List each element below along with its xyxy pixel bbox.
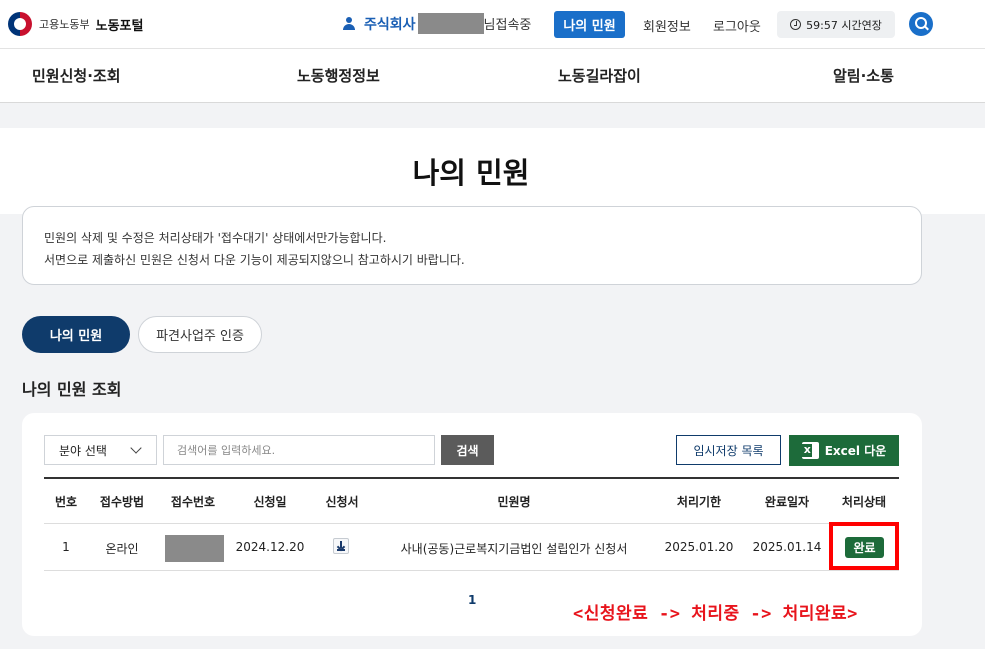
- notice-line: 민원의 삭제 및 수정은 처리상태가 '접수대기' 상태에서만가능합니다.: [44, 231, 387, 245]
- column-header-status: 처리상태: [841, 495, 887, 509]
- row-complaint-name[interactable]: 사내(공동)근로복지기금법인 설립인가 신청서: [401, 540, 628, 557]
- status-flow-annotation: <신청완료 -> 처리중 -> 처리완료>: [573, 604, 858, 624]
- session-timer-text: 59:57 시간연장: [806, 18, 882, 32]
- section-title: 나의 민원 조회: [22, 380, 122, 399]
- table-header-divider: [44, 523, 899, 524]
- table-bottom-border: [44, 570, 899, 571]
- nav-item-notice[interactable]: 알림·소통: [833, 65, 894, 86]
- nav-item-labor-admin[interactable]: 노동행정정보: [297, 65, 380, 86]
- download-icon[interactable]: [333, 538, 349, 554]
- row-method: 온라인: [105, 542, 139, 556]
- row-completed-date: 2025.01.14: [752, 540, 822, 554]
- portal-name: 노동포털: [95, 18, 144, 34]
- table-top-border: [44, 477, 899, 479]
- row-deadline: 2025.01.20: [664, 540, 734, 554]
- top-header: 고용노동부 노동포털 주식회사 님접속중 나의 민원 회원정보 로그아웃 59:…: [0, 0, 985, 49]
- page-title: 나의 민원: [412, 156, 530, 190]
- excel-icon: [801, 442, 819, 459]
- connected-text: 님접속중: [483, 18, 532, 33]
- nav-item-labor-guide[interactable]: 노동길라잡이: [558, 65, 641, 86]
- column-header-completed-date: 완료일자: [764, 495, 810, 509]
- column-header-deadline: 처리기한: [676, 495, 722, 509]
- page-number-current[interactable]: 1: [468, 593, 476, 607]
- member-info-link[interactable]: 회원정보: [643, 16, 691, 35]
- session-extend-button[interactable]: 59:57 시간연장: [777, 11, 895, 38]
- temp-save-list-button[interactable]: 임시저장 목록: [676, 435, 781, 465]
- download-icon-base: [337, 549, 345, 551]
- search-input[interactable]: [163, 435, 435, 465]
- ministry-name: 고용노동부: [39, 18, 90, 31]
- excel-download-label: Excel 다운: [824, 444, 887, 458]
- masked-receipt-number: [165, 535, 224, 562]
- column-header-no: 번호: [54, 495, 78, 509]
- clock-icon: [790, 19, 802, 30]
- masked-user-name: [417, 13, 484, 34]
- column-header-complaint-name: 민원명: [497, 495, 531, 509]
- search-icon[interactable]: [909, 12, 933, 36]
- row-no: 1: [62, 540, 70, 554]
- notice-line: 서면으로 제출하신 민원은 신청서 다운 기능이 제공되지않으니 참고하시기 바…: [44, 253, 465, 267]
- column-header-receipt-no: 접수번호: [170, 495, 216, 509]
- row-applied-date: 2024.12.20: [235, 540, 305, 554]
- my-complaints-button[interactable]: 나의 민원: [554, 11, 625, 38]
- notice-box: 민원의 삭제 및 수정은 처리상태가 '접수대기' 상태에서만가능합니다. 서면…: [22, 206, 922, 285]
- column-header-method: 접수방법: [99, 495, 145, 509]
- user-status: 주식회사 님접속중: [342, 13, 531, 34]
- field-select-value: 분야 선택: [59, 443, 107, 458]
- chevron-down-icon: [130, 442, 142, 454]
- site-logo[interactable]: 고용노동부 노동포털: [8, 12, 143, 36]
- search-button[interactable]: 검색: [441, 435, 494, 465]
- column-header-applied-date: 신청일: [253, 495, 287, 509]
- status-badge: 완료: [845, 537, 884, 558]
- column-header-application: 신청서: [325, 495, 359, 509]
- government-emblem-icon: [8, 12, 32, 36]
- excel-download-button[interactable]: Excel 다운: [789, 435, 899, 466]
- tab-dispatch-certification[interactable]: 파견사업주 인증: [138, 316, 262, 353]
- user-icon: [342, 16, 356, 31]
- tab-my-complaints[interactable]: 나의 민원: [22, 316, 130, 353]
- field-select[interactable]: 분야 선택: [44, 435, 157, 465]
- company-name: 주식회사: [364, 16, 416, 33]
- main-nav: 민원신청·조회 노동행정정보 노동길라잡이 알림·소통: [0, 49, 985, 103]
- logout-link[interactable]: 로그아웃: [713, 16, 761, 35]
- nav-item-apply-inquiry[interactable]: 민원신청·조회: [32, 65, 121, 86]
